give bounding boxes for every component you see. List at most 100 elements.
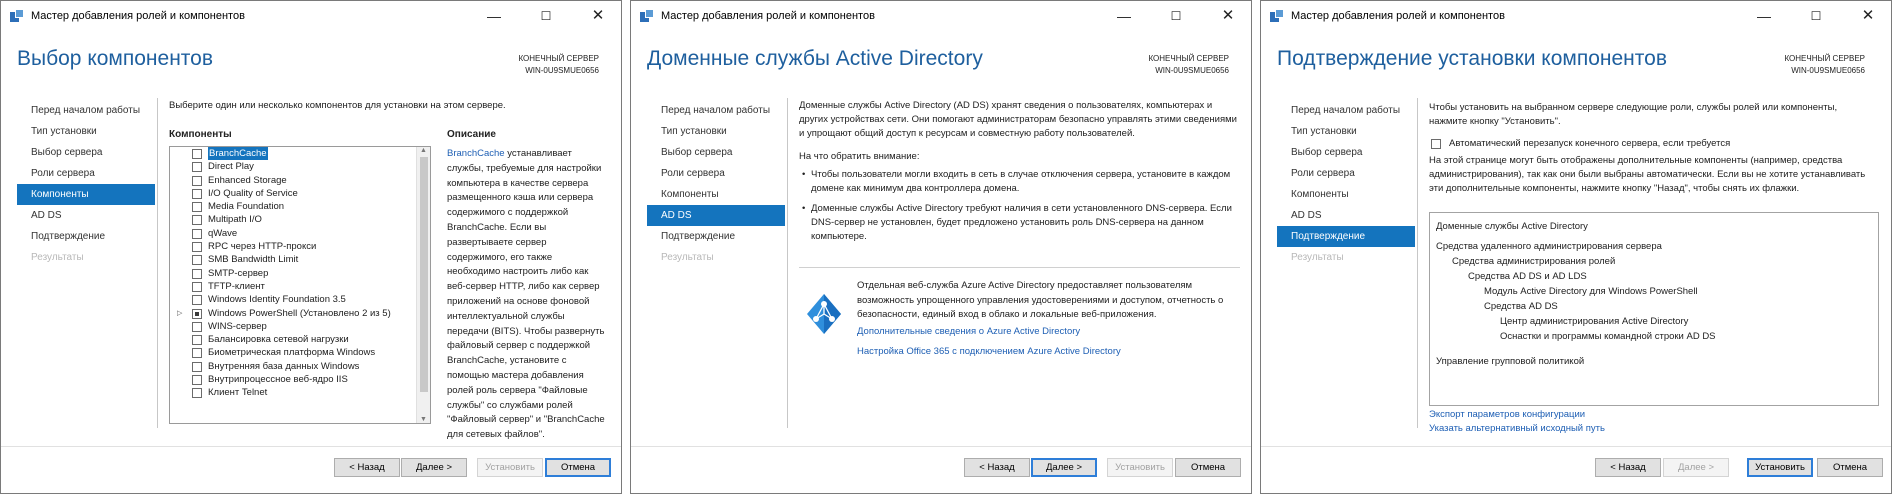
cancel-button[interactable]: Отмена <box>1175 458 1241 477</box>
component-row[interactable]: ▷ Windows PowerShell (Установлено 2 из 5) <box>170 307 430 320</box>
component-checkbox[interactable] <box>192 175 202 186</box>
nav-item-3[interactable]: Роли сервера <box>1277 163 1415 184</box>
nav-item-0[interactable]: Перед началом работы <box>647 100 785 121</box>
nav-item-5[interactable]: AD DS <box>17 205 155 226</box>
export-config-link[interactable]: Экспорт параметров конфигурации <box>1429 408 1605 422</box>
close-icon[interactable]: ✕ <box>1213 5 1243 27</box>
component-checkbox[interactable] <box>192 149 202 159</box>
nav-item-0[interactable]: Перед началом работы <box>1277 100 1415 121</box>
title-bar[interactable]: Мастер добавления ролей и компонентов — … <box>631 1 1251 31</box>
component-checkbox[interactable] <box>192 308 202 319</box>
component-checkbox[interactable] <box>192 202 202 213</box>
nav-item-6[interactable]: Подтверждение <box>1277 226 1415 247</box>
title-bar[interactable]: Мастер добавления ролей и компонентов — … <box>1261 1 1891 31</box>
close-icon[interactable]: ✕ <box>583 5 613 27</box>
component-checkbox[interactable] <box>192 335 202 346</box>
nav-item-5[interactable]: AD DS <box>1277 205 1415 226</box>
minimize-icon[interactable]: — <box>479 5 509 27</box>
component-row[interactable]: RPC через HTTP-прокси <box>170 240 430 253</box>
component-row[interactable]: Внутрипроцессное веб-ядро IIS <box>170 373 430 386</box>
component-checkbox[interactable] <box>192 268 202 279</box>
nav-item-5[interactable]: AD DS <box>647 205 785 226</box>
maximize-icon[interactable]: ☐ <box>531 5 561 27</box>
component-checkbox[interactable] <box>192 281 202 292</box>
back-button[interactable]: < Назад <box>334 458 400 477</box>
confirmation-intro-line: Чтобы установить на выбранном сервере сл… <box>1429 102 1838 113</box>
nav-item-4[interactable]: Компоненты <box>1277 184 1415 205</box>
component-checkbox[interactable] <box>192 255 202 266</box>
nav-item-4[interactable]: Компоненты <box>17 184 155 205</box>
description-branchcache-link[interactable]: BranchCache <box>447 148 505 159</box>
nav-item-2[interactable]: Выбор сервера <box>647 142 785 163</box>
component-row[interactable]: Direct Play <box>170 160 430 173</box>
footer-divider <box>1 446 621 447</box>
install-button[interactable]: Установить <box>1107 458 1173 477</box>
back-button[interactable]: < Назад <box>964 458 1030 477</box>
component-checkbox[interactable] <box>192 162 202 173</box>
component-row[interactable]: Биометрическая платформа Windows <box>170 346 430 359</box>
component-row[interactable]: Media Foundation <box>170 200 430 213</box>
nav-item-3[interactable]: Роли сервера <box>17 163 155 184</box>
maximize-icon[interactable]: ☐ <box>1801 5 1831 27</box>
title-bar[interactable]: Мастер добавления ролей и компонентов — … <box>1 1 621 31</box>
component-row[interactable]: BranchCache <box>170 147 430 160</box>
component-label: SMB Bandwidth Limit <box>208 254 299 266</box>
next-button[interactable]: Далее > <box>1663 458 1729 477</box>
component-checkbox[interactable] <box>192 375 202 386</box>
component-checkbox[interactable] <box>192 188 202 199</box>
component-row[interactable]: Балансировка сетевой нагрузки <box>170 333 430 346</box>
cancel-button[interactable]: Отмена <box>545 458 611 477</box>
component-row[interactable]: WINS-сервер <box>170 320 430 333</box>
close-icon[interactable]: ✕ <box>1853 5 1883 27</box>
component-label: Биометрическая платформа Windows <box>208 347 376 359</box>
minimize-icon[interactable]: — <box>1109 5 1139 27</box>
cancel-button[interactable]: Отмена <box>1817 458 1883 477</box>
azure-more-info-link[interactable]: Дополнительные сведения о Azure Active D… <box>857 325 1242 340</box>
alternate-source-link[interactable]: Указать альтернативный исходный путь <box>1429 422 1605 436</box>
component-row[interactable]: I/O Quality of Service <box>170 187 430 200</box>
minimize-icon[interactable]: — <box>1749 5 1779 27</box>
nav-item-1[interactable]: Тип установки <box>17 121 155 142</box>
install-button[interactable]: Установить <box>1747 458 1813 477</box>
component-row[interactable]: Multipath I/O <box>170 213 430 226</box>
nav-item-0[interactable]: Перед началом работы <box>17 100 155 121</box>
component-checkbox[interactable] <box>192 361 202 372</box>
component-checkbox[interactable] <box>192 242 202 253</box>
component-row[interactable]: SMTP-сервер <box>170 267 430 280</box>
back-button[interactable]: < Назад <box>1595 458 1661 477</box>
office365-azure-link[interactable]: Настройка Office 365 с подключением Azur… <box>857 345 1242 360</box>
nav-item-2[interactable]: Выбор сервера <box>17 142 155 163</box>
auto-restart-checkbox[interactable] <box>1431 139 1441 149</box>
component-checkbox[interactable] <box>192 321 202 332</box>
next-button[interactable]: Далее > <box>401 458 467 477</box>
nav-item-1[interactable]: Тип установки <box>1277 121 1415 142</box>
components-scrollbar[interactable]: ▲ ▼ <box>416 147 430 423</box>
component-row[interactable]: Клиент Telnet <box>170 386 430 399</box>
expand-arrow-icon[interactable]: ▷ <box>177 307 182 320</box>
next-button[interactable]: Далее > <box>1031 458 1097 477</box>
component-checkbox[interactable] <box>192 295 202 306</box>
component-row[interactable]: Windows Identity Foundation 3.5 <box>170 293 430 306</box>
component-checkbox[interactable] <box>192 215 202 226</box>
component-row[interactable]: qWave <box>170 227 430 240</box>
nav-item-6[interactable]: Подтверждение <box>17 226 155 247</box>
confirmation-links: Экспорт параметров конфигурации Указать … <box>1429 408 1605 436</box>
nav-item-4[interactable]: Компоненты <box>647 184 785 205</box>
component-checkbox[interactable] <box>192 348 202 359</box>
nav-item-3[interactable]: Роли сервера <box>647 163 785 184</box>
components-tree[interactable]: BranchCache Direct Play Enhanced Storage I/… <box>169 146 431 424</box>
scroll-up-arrow-icon[interactable]: ▲ <box>420 147 427 154</box>
nav-item-1[interactable]: Тип установки <box>647 121 785 142</box>
scroll-thumb[interactable] <box>420 157 428 392</box>
component-row[interactable]: SMB Bandwidth Limit <box>170 253 430 266</box>
component-checkbox[interactable] <box>192 388 202 399</box>
component-row[interactable]: Внутренняя база данных Windows <box>170 360 430 373</box>
scroll-down-arrow-icon[interactable]: ▼ <box>420 416 427 423</box>
component-checkbox[interactable] <box>192 228 202 239</box>
maximize-icon[interactable]: ☐ <box>1161 5 1191 27</box>
nav-item-6[interactable]: Подтверждение <box>647 226 785 247</box>
component-row[interactable]: TFTP-клиент <box>170 280 430 293</box>
install-button[interactable]: Установить <box>477 458 543 477</box>
nav-item-2[interactable]: Выбор сервера <box>1277 142 1415 163</box>
component-row[interactable]: Enhanced Storage <box>170 174 430 187</box>
